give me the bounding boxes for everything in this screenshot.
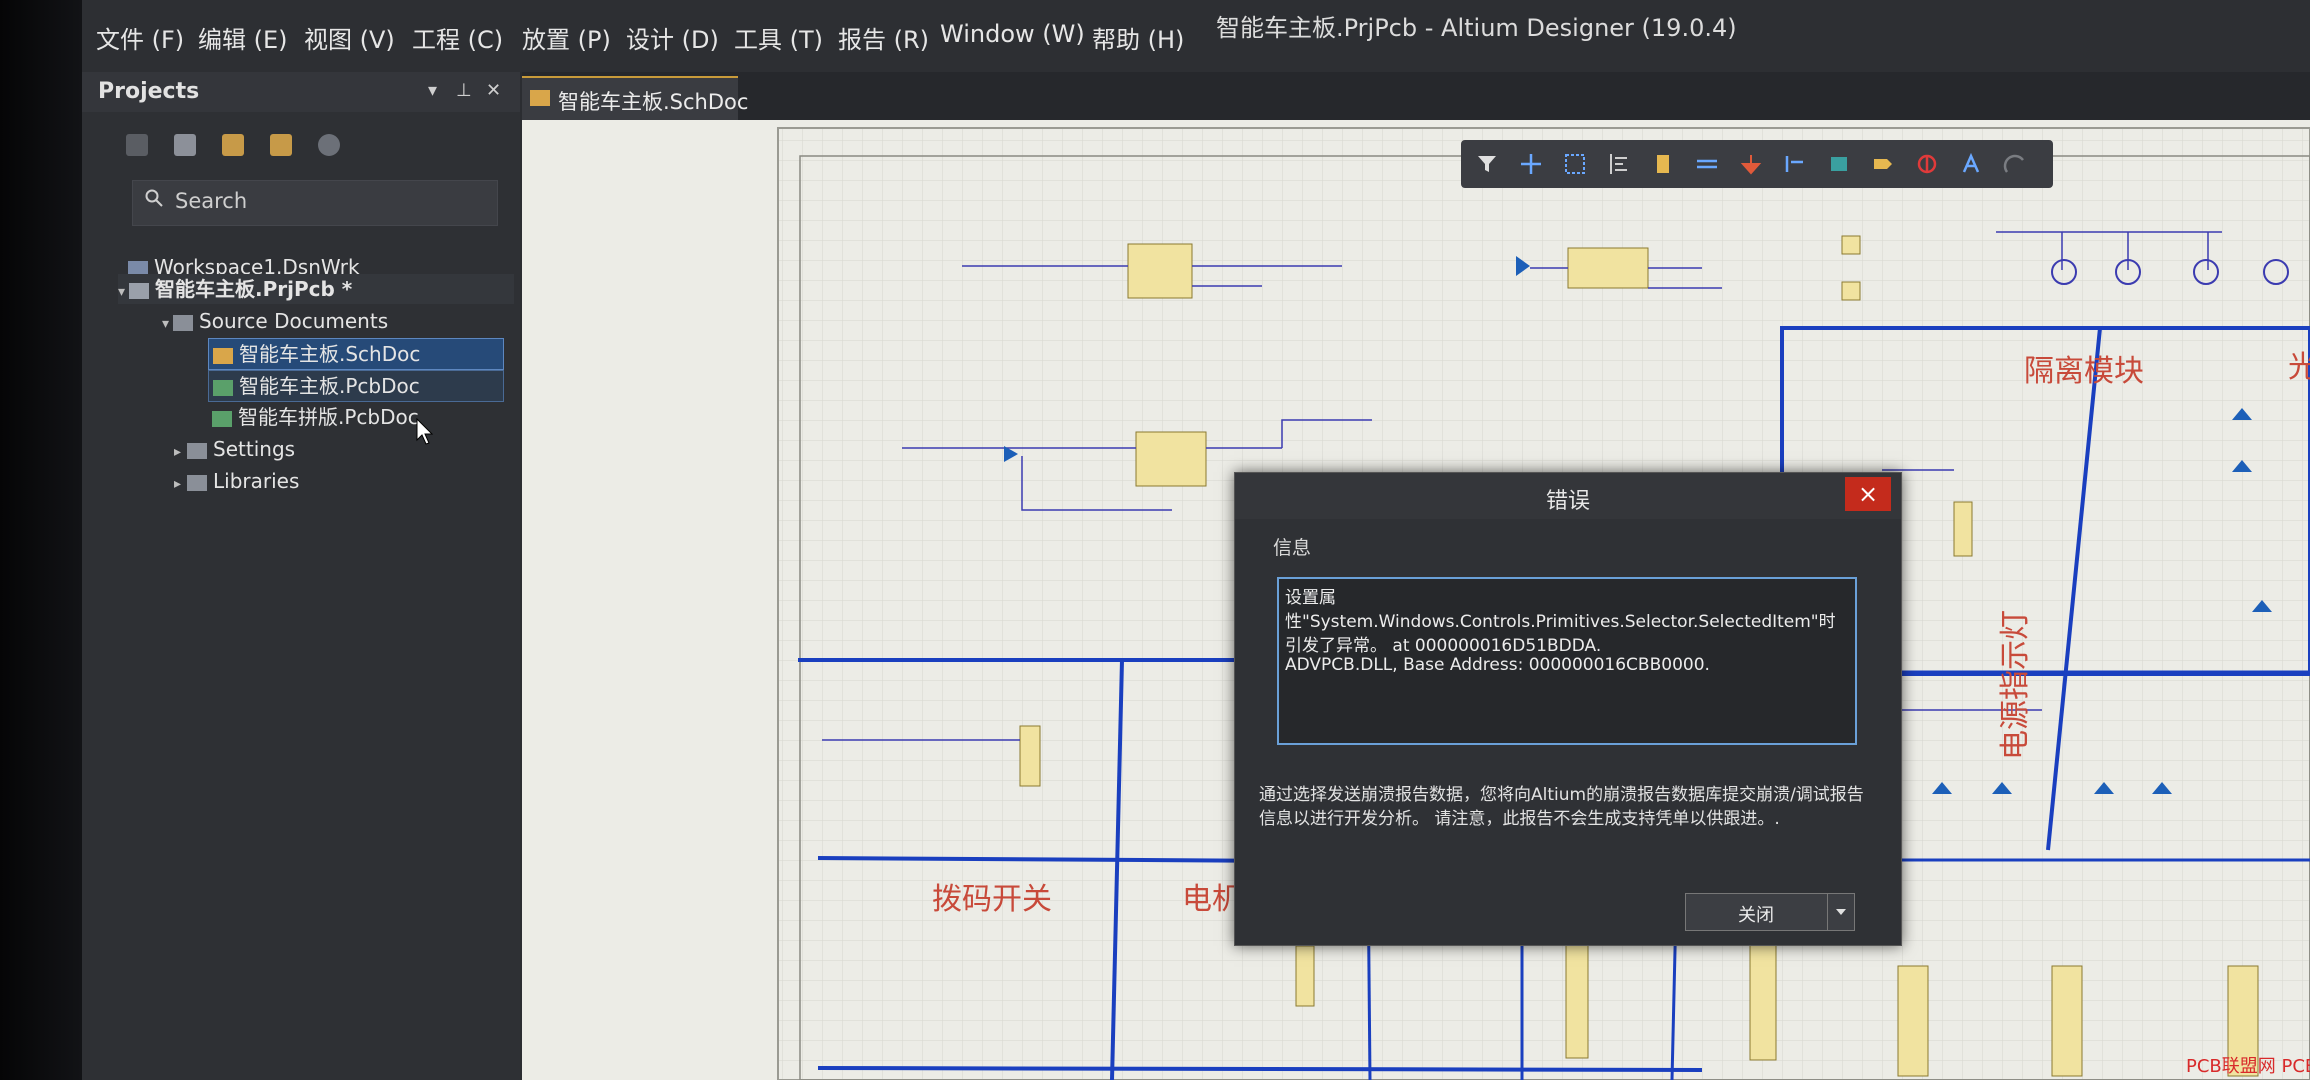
component-icon[interactable] (1651, 152, 1675, 176)
pcbdoc-icon (213, 379, 233, 396)
menu-help[interactable]: 帮助 (H) (1092, 20, 1184, 55)
tree-settings-label: Settings (213, 437, 296, 461)
dialog-title-bar: 错误 × (1235, 473, 1901, 519)
tree-project-label: 智能车主板.PrjPcb * (155, 277, 353, 301)
chevron-down-icon (1836, 909, 1846, 915)
tree-doc-schdoc-label: 智能车主板.SchDoc (239, 342, 421, 366)
error-message-line: 性"System.Windows.Controls.Primitives.Sel… (1285, 612, 1836, 632)
collapse-arrow-icon: ▾ (162, 316, 170, 332)
dialog-title: 错误 (1545, 489, 1590, 514)
filter-icon[interactable] (1475, 152, 1499, 176)
gnd-port-icon[interactable] (1739, 152, 1763, 176)
tab-schdoc-label: 智能车主板.SchDoc (558, 90, 749, 114)
error-message-line: ADVPCB.DLL, Base Address: 000000016CBB00… (1285, 655, 1710, 675)
window-title: 智能车主板.PrjPcb - Altium Designer (19.0.4) (1216, 14, 1737, 42)
tree-project[interactable]: ▾ 智能车主板.PrjPcb * (118, 274, 514, 304)
expand-arrow-icon: ▸ (174, 444, 182, 460)
error-dialog: 错误 × 信息 设置属 性"System.Windows.Controls.Pr… (1234, 472, 1902, 946)
open-folder-icon[interactable] (270, 134, 292, 156)
menu-bar: 文件 (F) 编辑 (E) 视图 (V) 工程 (C) 放置 (P) 设计 (D… (82, 0, 2310, 72)
tree-doc-pcbdoc[interactable]: 智能车主板.PcbDoc (208, 370, 504, 402)
menu-project[interactable]: 工程 (C) (412, 20, 503, 55)
search-input[interactable]: Search (132, 180, 498, 226)
close-button-label: 关闭 (1738, 905, 1774, 926)
dialog-info-label: 信息 (1273, 537, 1312, 559)
mouse-cursor-icon (416, 418, 434, 445)
save-icon[interactable] (126, 134, 148, 156)
error-message-line: 设置属 (1285, 588, 1336, 608)
collapse-arrow-icon: ▾ (118, 284, 126, 300)
projects-panel-header: Projects ▾ ⊥ ✕ (82, 72, 520, 112)
align-icon[interactable] (1607, 152, 1631, 176)
tree-source-documents-label: Source Documents (199, 309, 389, 333)
tree-doc-pcbdoc-label: 智能车主板.PcbDoc (239, 374, 420, 398)
close-button[interactable]: 关闭 (1685, 893, 1855, 931)
error-message-box[interactable]: 设置属 性"System.Windows.Controls.Primitives… (1277, 577, 1857, 745)
menu-tools[interactable]: 工具 (T) (734, 20, 823, 55)
active-bar-toolbar (1461, 140, 2053, 188)
search-placeholder: Search (175, 189, 248, 213)
menu-place[interactable]: 放置 (P) (522, 20, 611, 55)
compile-icon[interactable] (174, 134, 196, 156)
menu-design[interactable]: 设计 (D) (626, 20, 719, 55)
tab-schdoc[interactable]: 智能车主板.SchDoc (522, 76, 748, 120)
select-rect-icon[interactable] (1563, 152, 1587, 176)
error-message-line: 引发了异常。 at 000000016D51BDDA. (1285, 636, 1602, 656)
document-tab-bar: 智能车主板.SchDoc (522, 72, 2310, 120)
menu-view[interactable]: 视图 (V) (304, 20, 395, 55)
tree-libraries[interactable]: ▸ Libraries (174, 466, 299, 496)
gear-icon[interactable] (318, 134, 340, 156)
project-icon (129, 282, 150, 299)
menu-edit[interactable]: 编辑 (E) (198, 20, 288, 55)
projects-panel: Projects ▾ ⊥ ✕ Search Workspace1.DsnWrk … (82, 72, 520, 1080)
arc-icon[interactable] (2003, 152, 2027, 176)
text-icon[interactable] (1959, 152, 1983, 176)
menu-file[interactable]: 文件 (F) (96, 20, 184, 55)
monitor-bezel (0, 0, 82, 1080)
pin-icon[interactable]: ⊥ (456, 80, 472, 101)
sheet-symbol-icon[interactable] (1827, 152, 1851, 176)
no-erc-icon[interactable] (1915, 152, 1939, 176)
schdoc-icon (530, 90, 550, 106)
region-label-isolation: 隔离模块 (2024, 354, 2144, 389)
wire-icon[interactable] (1695, 152, 1719, 176)
tree-source-documents[interactable]: ▾ Source Documents (162, 306, 388, 336)
net-label-icon[interactable] (1783, 152, 1807, 176)
dialog-close-button[interactable]: × (1845, 477, 1891, 511)
open-project-icon[interactable] (222, 134, 244, 156)
screen: 文件 (F) 编辑 (E) 视图 (V) 工程 (C) 放置 (P) 设计 (D… (82, 0, 2310, 1080)
panel-menu-icon[interactable]: ▾ (428, 80, 437, 101)
region-label-motor: 电机 (1182, 882, 1242, 917)
pcbdoc-icon (212, 410, 232, 427)
folder-icon (187, 474, 208, 491)
close-icon[interactable]: ✕ (486, 80, 501, 101)
watermark: PCB联盟网 PCBbar.com (2186, 1056, 2310, 1077)
menu-reports[interactable]: 报告 (R) (838, 20, 929, 55)
search-icon (145, 189, 163, 207)
region-label-dip-switch: 拨码开关 (932, 882, 1052, 917)
port-icon[interactable] (1871, 152, 1895, 176)
menu-window[interactable]: Window (W) (940, 20, 1085, 48)
crash-report-note: 通过选择发送崩溃报告数据，您将向Altium的崩溃报告数据库提交崩溃/调试报告信… (1259, 785, 1864, 829)
tree-doc-schdoc[interactable]: 智能车主板.SchDoc (208, 338, 504, 370)
tree-settings[interactable]: ▸ Settings (174, 434, 295, 464)
move-icon[interactable] (1519, 152, 1543, 176)
region-label-optical: 光 (2288, 350, 2310, 385)
folder-icon (173, 314, 194, 331)
tree-doc-panel-pcbdoc[interactable]: 智能车拼版.PcbDoc (212, 402, 419, 432)
close-dropdown-button[interactable] (1827, 894, 1854, 930)
expand-arrow-icon: ▸ (174, 476, 182, 492)
folder-icon (187, 442, 208, 459)
region-label-power-indicator: 电源指示灯 (1998, 610, 2033, 760)
tree-libraries-label: Libraries (213, 469, 300, 493)
schdoc-icon (213, 347, 233, 364)
projects-panel-title: Projects (98, 79, 200, 104)
tree-doc-panel-pcbdoc-label: 智能车拼版.PcbDoc (238, 405, 419, 429)
